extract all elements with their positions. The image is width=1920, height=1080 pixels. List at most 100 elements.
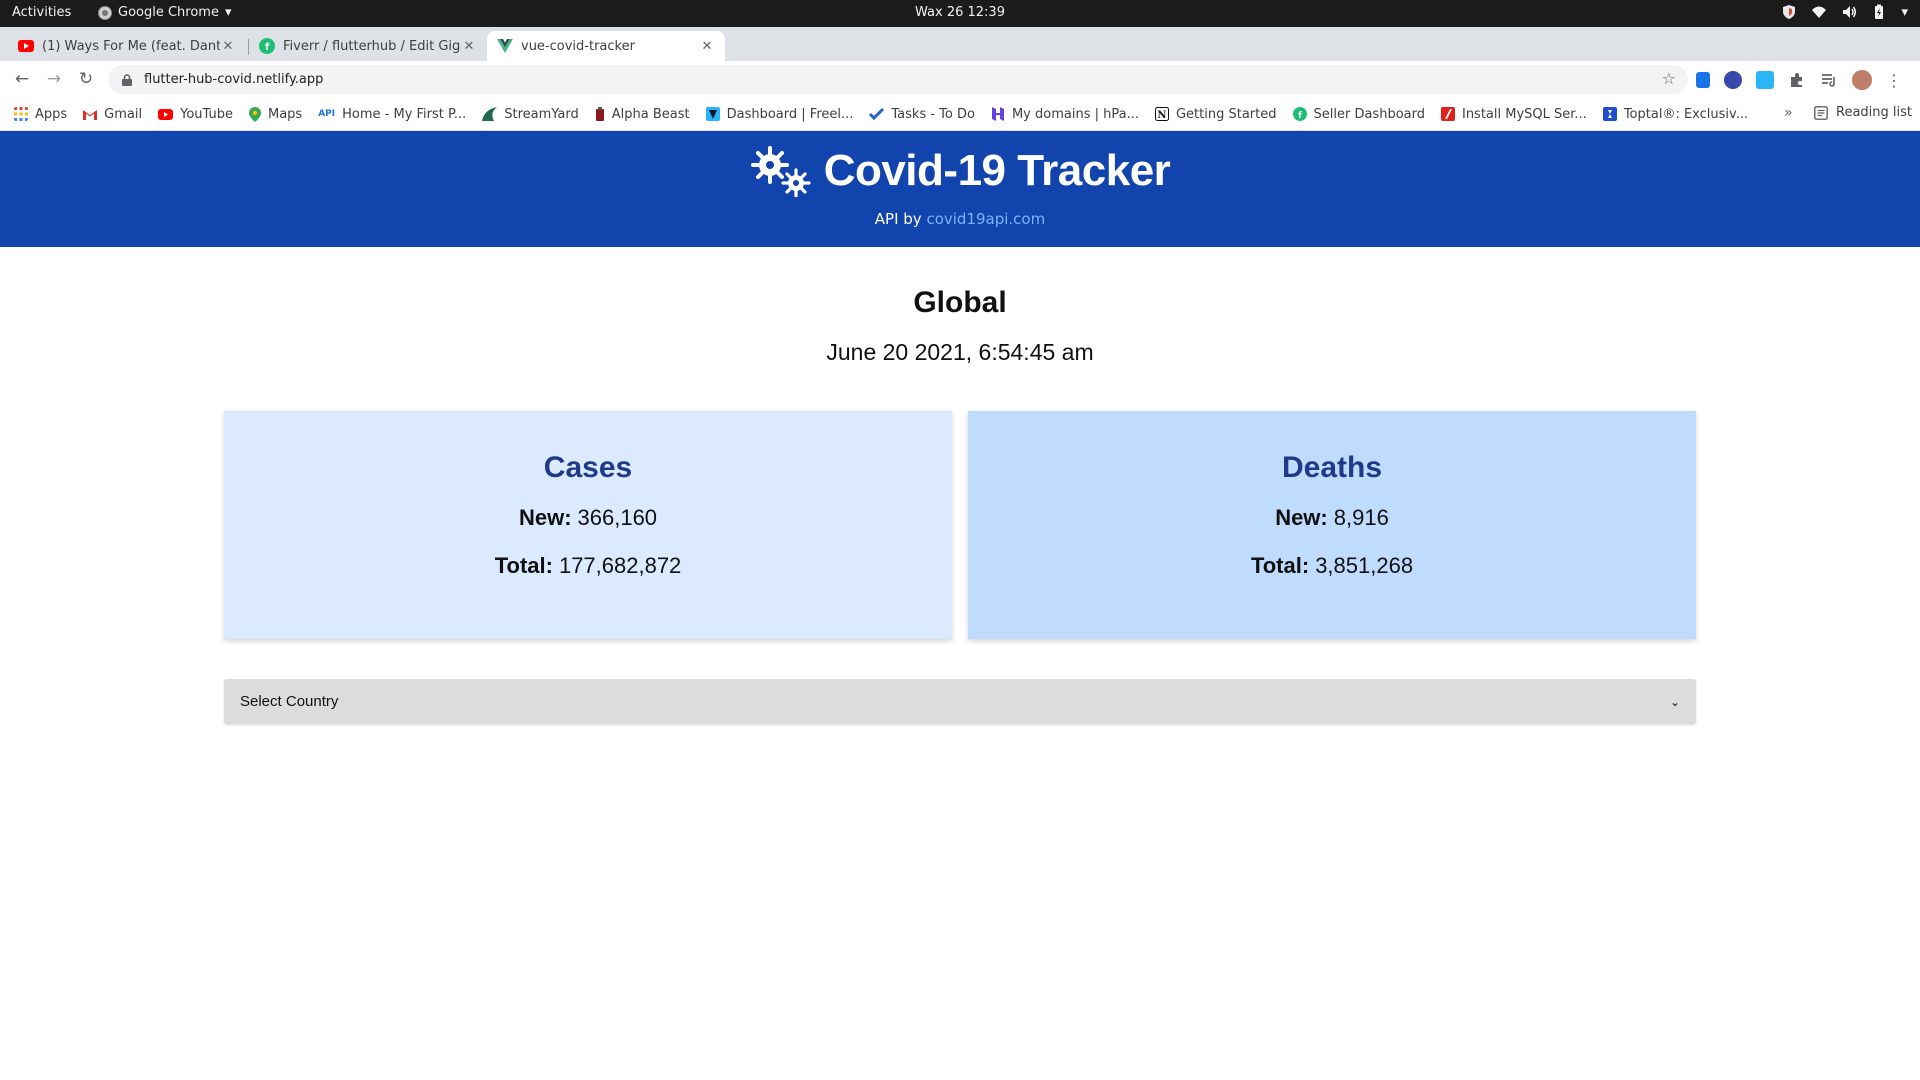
bookmark-my-domains[interactable]: My domains | hPa...: [991, 107, 1139, 122]
bookmark-label: Gmail: [104, 106, 143, 122]
clock[interactable]: Wax 26 12:39: [0, 5, 1920, 20]
system-tray[interactable]: ▾: [1781, 4, 1908, 20]
bookmark-label: Toptal®: Exclusiv...: [1623, 106, 1749, 122]
close-icon[interactable]: ✕: [220, 39, 236, 54]
bookmark-label: Getting Started: [1175, 106, 1277, 122]
bookmark-tasks-to-do[interactable]: Tasks - To Do: [869, 107, 975, 122]
deaths-total-row: Total: 3,851,268: [968, 553, 1696, 579]
cases-total-row: Total: 177,682,872: [224, 553, 952, 579]
toptal-icon: [1602, 107, 1617, 121]
new-label: New:: [1275, 505, 1328, 530]
browser-toolbar: ← → ↻ flutter-hub-covid.netlify.app ☆ ⋮: [0, 61, 1920, 98]
tab-youtube[interactable]: (1) Ways For Me (feat. Dante Bo ✕: [8, 31, 246, 61]
os-top-bar: Activities Google Chrome ▾ Wax 26 12:39 …: [0, 0, 1920, 27]
more-bookmarks-chevron-icon[interactable]: »: [1784, 105, 1793, 121]
alpha-beast-icon: [595, 107, 604, 121]
wifi-icon[interactable]: [1811, 4, 1827, 20]
bookmark-label: Install MySQL Ser...: [1461, 106, 1587, 122]
bookmark-youtube[interactable]: YouTube: [158, 107, 233, 122]
bookmark-toptal[interactable]: Toptal®: Exclusiv...: [1602, 106, 1749, 122]
bookmark-label: YouTube: [180, 106, 233, 122]
api-link[interactable]: covid19api.com: [926, 210, 1045, 228]
bookmark-label: Maps: [267, 106, 303, 122]
extension-badge-icon[interactable]: [1724, 71, 1742, 89]
url-text[interactable]: flutter-hub-covid.netlify.app: [144, 72, 323, 87]
extension-docs-icon[interactable]: [1696, 72, 1710, 88]
media-queue-icon[interactable]: [1820, 71, 1838, 89]
volume-icon[interactable]: [1841, 4, 1857, 20]
bookmark-streamyard[interactable]: StreamYard: [482, 107, 579, 122]
site-title: Covid-19 Tracker: [823, 146, 1171, 195]
reading-list-button[interactable]: Reading list: [1814, 105, 1912, 120]
tab-strip: (1) Ways For Me (feat. Dante Bo ✕ f Five…: [0, 27, 1920, 85]
bookmark-gmail[interactable]: Gmail: [83, 107, 142, 122]
bookmark-alpha-beast[interactable]: Alpha Beast: [595, 107, 690, 122]
tab-title: Fiverr / flutterhub / Edit Gig: [283, 38, 461, 54]
bookmark-freelancer-dashboard[interactable]: Dashboard | Freel...: [705, 106, 854, 122]
api-prefix: API by: [874, 210, 922, 228]
cases-new-value: 366,160: [577, 505, 658, 530]
new-label: New:: [518, 505, 572, 530]
svg-text:f: f: [265, 42, 270, 53]
apps-grid-icon: [14, 107, 28, 121]
bookmark-label: Seller Dashboard: [1313, 106, 1425, 122]
deaths-total-value: 3,851,268: [1315, 553, 1414, 578]
bookmark-install-mysql[interactable]: Install MySQL Ser...: [1440, 106, 1587, 122]
close-icon[interactable]: ✕: [461, 39, 477, 54]
system-menu-caret-icon[interactable]: ▾: [1901, 5, 1908, 20]
extension-f-icon[interactable]: [1756, 71, 1774, 89]
virus-cogs-icon: [750, 146, 811, 197]
tab-fiverr[interactable]: f Fiverr / flutterhub / Edit Gig ✕: [249, 31, 487, 61]
svg-text:N: N: [1157, 110, 1166, 121]
last-updated-date: June 20 2021, 6:54:45 am: [826, 339, 1094, 365]
forward-icon[interactable]: →: [44, 69, 64, 89]
tab-title: vue-covid-tracker: [521, 38, 635, 54]
deaths-new-value: 8,916: [1333, 505, 1389, 530]
youtube-icon: [18, 38, 34, 54]
bookmark-apps[interactable]: Apps: [14, 107, 67, 122]
todo-check-icon: [869, 108, 885, 120]
fiverr-icon: f: [1292, 107, 1307, 121]
battery-icon[interactable]: [1871, 4, 1887, 20]
api-icon: API: [318, 109, 336, 119]
tab-title: (1) Ways For Me (feat. Dante Bo: [42, 38, 220, 54]
bookmark-getting-started[interactable]: N Getting Started: [1154, 106, 1277, 122]
country-select[interactable]: Select Country ⌄: [224, 679, 1696, 724]
reload-icon[interactable]: ↻: [76, 69, 96, 89]
country-select-value: Select Country: [240, 693, 339, 710]
api-attribution: API by covid19api.com: [0, 210, 1920, 228]
deaths-card: Deaths New: 8,916 Total: 3,851,268: [968, 411, 1696, 639]
hpanel-icon: [991, 107, 1004, 121]
bookmark-seller-dashboard[interactable]: f Seller Dashboard: [1292, 106, 1425, 122]
cases-card-title: Cases: [543, 451, 633, 484]
address-bar[interactable]: flutter-hub-covid.netlify.app ☆: [108, 65, 1688, 94]
bookmark-label: Apps: [35, 106, 68, 122]
cases-new-row: New: 366,160: [224, 505, 952, 531]
bookmarks-bar: Apps Gmail YouTube Maps API Home - My Fi…: [0, 98, 1920, 131]
fiverr-icon: f: [259, 38, 275, 54]
shield-icon[interactable]: [1781, 4, 1797, 20]
bookmark-label: My domains | hPa...: [1011, 106, 1139, 122]
mysql-icon: [1440, 107, 1455, 121]
page-title: Global: [913, 286, 1007, 319]
reading-list-icon: [1814, 105, 1828, 120]
bookmark-label: Dashboard | Freel...: [726, 106, 854, 122]
back-icon[interactable]: ←: [12, 69, 32, 89]
close-icon[interactable]: ✕: [699, 39, 715, 54]
notion-icon: N: [1154, 107, 1169, 121]
bookmark-maps[interactable]: Maps: [248, 106, 303, 122]
streamyard-icon: [482, 107, 498, 121]
deaths-card-title: Deaths: [1281, 451, 1383, 484]
cases-total-value: 177,682,872: [558, 553, 682, 578]
bookmark-label: StreamYard: [504, 106, 579, 122]
youtube-icon: [158, 108, 174, 120]
tab-vue-covid-tracker[interactable]: vue-covid-tracker ✕: [487, 31, 725, 61]
bookmark-star-icon[interactable]: ☆: [1662, 69, 1676, 88]
avatar[interactable]: [1852, 70, 1872, 90]
bookmark-home-my-first[interactable]: API Home - My First P...: [318, 107, 466, 122]
puzzle-icon[interactable]: [1788, 71, 1806, 89]
extensions-area: ⋮: [1696, 70, 1902, 90]
bookmark-label: Tasks - To Do: [891, 106, 975, 122]
kebab-menu-icon[interactable]: ⋮: [1886, 71, 1902, 90]
lock-icon[interactable]: [122, 73, 132, 86]
